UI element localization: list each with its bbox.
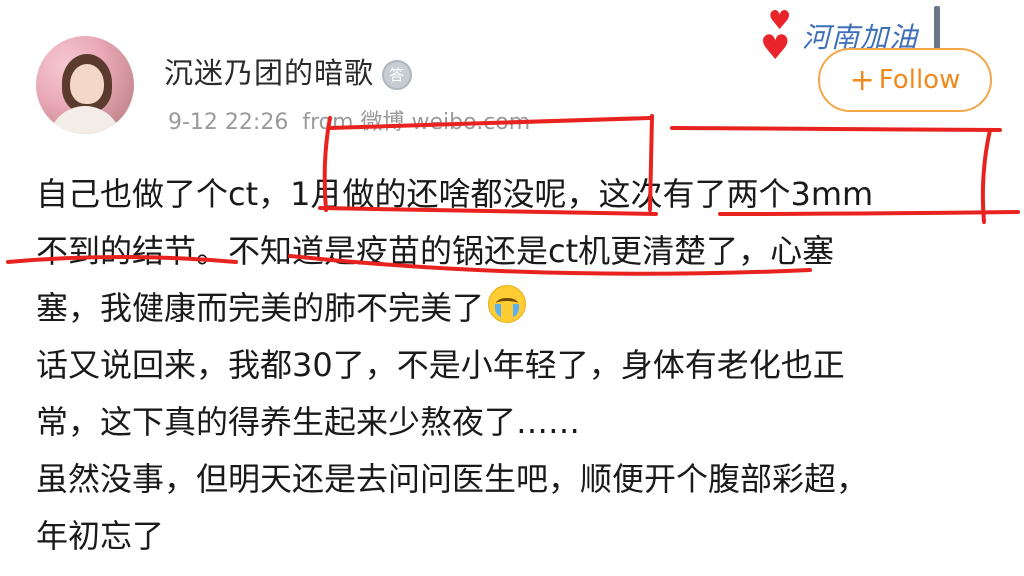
post-meta: 9-12 22:26 from 微博 weibo.com (168, 104, 530, 136)
post-line: 不到的结节。不知道是疫苗的锅还是ct机更清楚了，心塞 (36, 232, 835, 270)
user-avatar[interactable] (36, 36, 134, 134)
plus-icon: + (849, 62, 875, 98)
post-line-text: 塞，我健康而完美的肺不完美了 (36, 289, 485, 327)
post-line: 虽然没事，但明天还是去问问医生吧，顺便开个腹部彩超， (36, 460, 869, 498)
username[interactable]: 沉迷乃团的暗歌 (164, 56, 374, 90)
avatar-face (70, 64, 104, 104)
tower-icon (934, 6, 940, 50)
post-line: 话又说回来，我都30了，不是小年轻了，身体有老化也正 (36, 346, 845, 384)
medal-icon: 答 (382, 60, 413, 90)
post-line: 年初忘了 (36, 517, 165, 555)
avatar-body (48, 106, 122, 134)
post-source: from 微博 weibo.com (302, 110, 531, 135)
post-body: 自己也做了个ct，1月做的还啥都没呢，这次有了两个3mm 不到的结节。不知道是疫… (36, 166, 986, 565)
username-row: 沉迷乃团的暗歌答 (164, 50, 413, 92)
post-line: 自己也做了个ct，1月做的还啥都没呢，这次有了两个3mm (36, 175, 874, 213)
heart-icon: ♥ (760, 28, 791, 68)
annotation-underline (670, 126, 1002, 132)
follow-button[interactable]: + Follow (818, 48, 992, 112)
post-timestamp: 9-12 22:26 (168, 110, 289, 135)
crying-face-emoji-icon (488, 285, 527, 323)
follow-label: Follow (878, 65, 961, 95)
post-line-with-emoji: 塞，我健康而完美的肺不完美了 (36, 280, 986, 337)
post-line: 常，这下真的得养生起来少熬夜了…… (36, 403, 581, 441)
